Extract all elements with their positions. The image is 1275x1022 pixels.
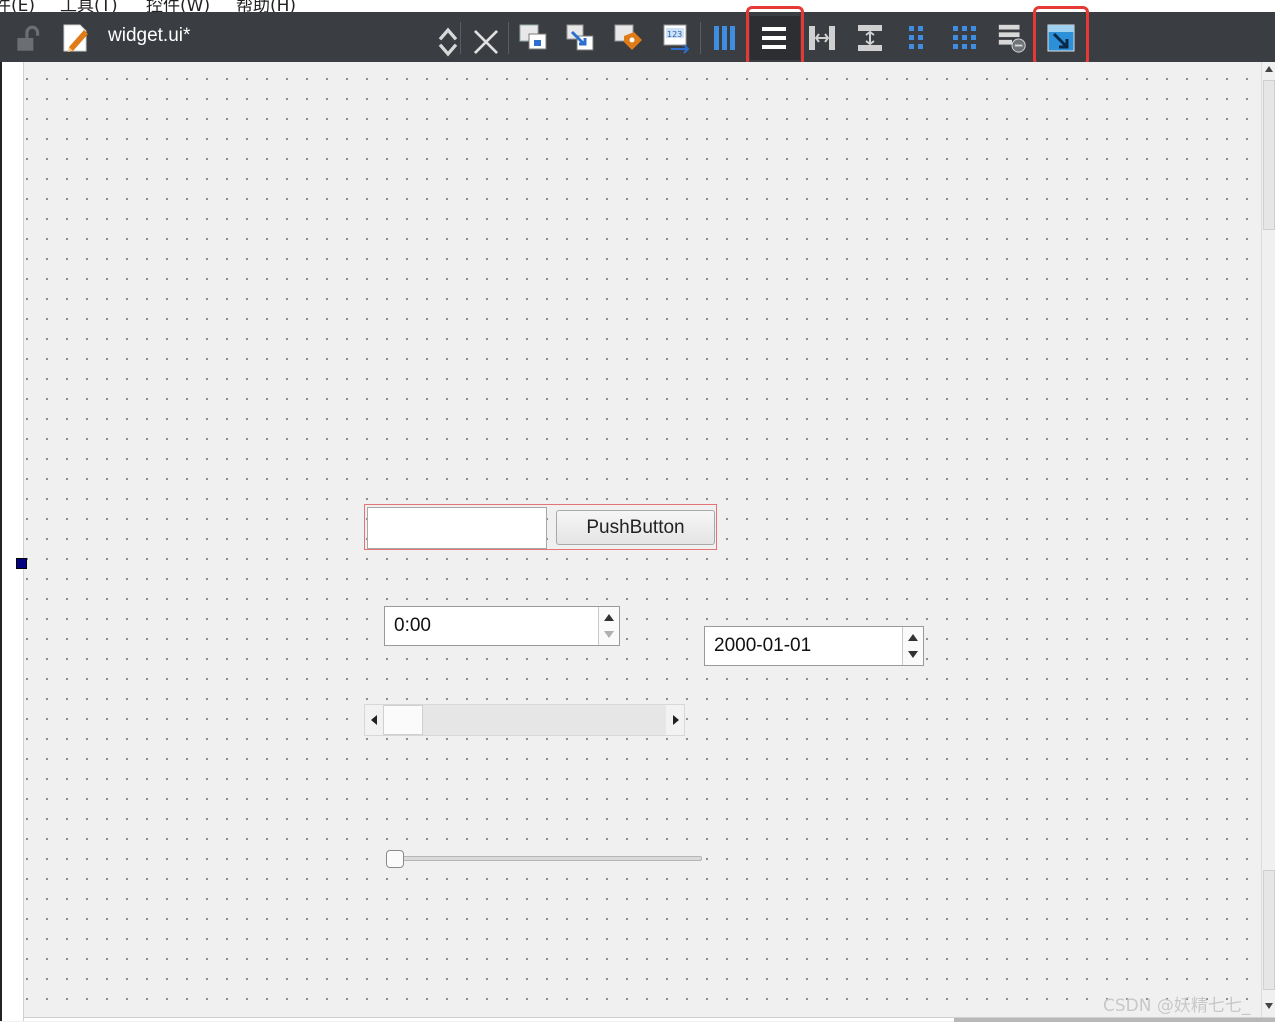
left-margin — [0, 62, 24, 1021]
menu-item-tools[interactable]: 工具(T) — [60, 0, 118, 12]
menu-item-help[interactable]: 帮助(H) — [236, 0, 296, 12]
watermark: CSDN @妖精七七_ — [1103, 996, 1251, 1016]
layout-form-icon[interactable] — [901, 22, 933, 54]
edit-tab-order-icon[interactable]: 123 — [661, 22, 693, 54]
arrow-right-icon — [673, 715, 679, 725]
scrollbar-thumb[interactable] — [383, 705, 423, 735]
form-resize-handle[interactable] — [16, 558, 27, 569]
canvas-vertical-scrollbar[interactable] — [1261, 62, 1275, 1017]
close-icon[interactable] — [470, 26, 502, 58]
spin-down-icon[interactable] — [908, 651, 918, 658]
vertical-scrollbar-thumb[interactable] — [1263, 80, 1275, 230]
arrow-down-icon[interactable] — [1265, 1003, 1273, 1009]
date-edit-spin-buttons[interactable] — [902, 627, 923, 665]
horizontal-slider-groove[interactable] — [389, 856, 702, 861]
highlight-adjust-size — [1033, 6, 1089, 66]
layout-horizontal-splitter-icon[interactable] — [806, 22, 838, 54]
time-edit-spin-buttons[interactable] — [598, 607, 619, 645]
layout-horizontal-icon[interactable] — [709, 22, 741, 54]
arrow-left-icon — [371, 715, 377, 725]
time-edit-value: 0:00 — [394, 615, 431, 636]
date-edit-value: 2000-01-01 — [714, 635, 812, 656]
svg-text:123: 123 — [667, 30, 682, 39]
time-edit[interactable]: 0:00 — [384, 606, 620, 646]
scroll-right-button[interactable] — [666, 705, 684, 735]
line-edit[interactable] — [367, 507, 547, 549]
break-layout-icon[interactable] — [996, 22, 1028, 54]
date-edit[interactable]: 2000-01-01 — [704, 626, 924, 666]
scroll-left-button[interactable] — [365, 705, 383, 735]
push-button[interactable]: PushButton — [556, 510, 715, 545]
file-title: widget.ui* — [108, 25, 191, 46]
arrow-up-icon[interactable] — [1265, 66, 1273, 72]
canvas-bottom-edge — [24, 1017, 1275, 1022]
menu-item-widgets[interactable]: 控件(W) — [146, 0, 210, 12]
spin-down-icon[interactable] — [604, 631, 614, 638]
spin-up-icon[interactable] — [908, 634, 918, 641]
vertical-scrollbar-track-segment — [1263, 870, 1275, 990]
editor-toolbar: widget.ui* 123 — [0, 6, 1275, 70]
edit-buddies-icon[interactable] — [612, 22, 644, 54]
layout-vertical-splitter-icon[interactable] — [854, 22, 886, 54]
highlight-layout-vertical — [746, 6, 804, 70]
edit-signals-slots-icon[interactable] — [564, 22, 596, 54]
edit-file-icon — [63, 24, 88, 52]
lock-icon[interactable] — [12, 23, 44, 55]
layout-grid-icon[interactable] — [949, 22, 981, 54]
horizontal-scrollbar[interactable] — [364, 704, 685, 736]
menu-item-file[interactable]: 件(E) — [0, 0, 35, 12]
horizontal-slider-handle[interactable] — [386, 850, 404, 868]
edit-widgets-icon[interactable] — [517, 22, 549, 54]
spin-up-icon[interactable] — [604, 614, 614, 621]
